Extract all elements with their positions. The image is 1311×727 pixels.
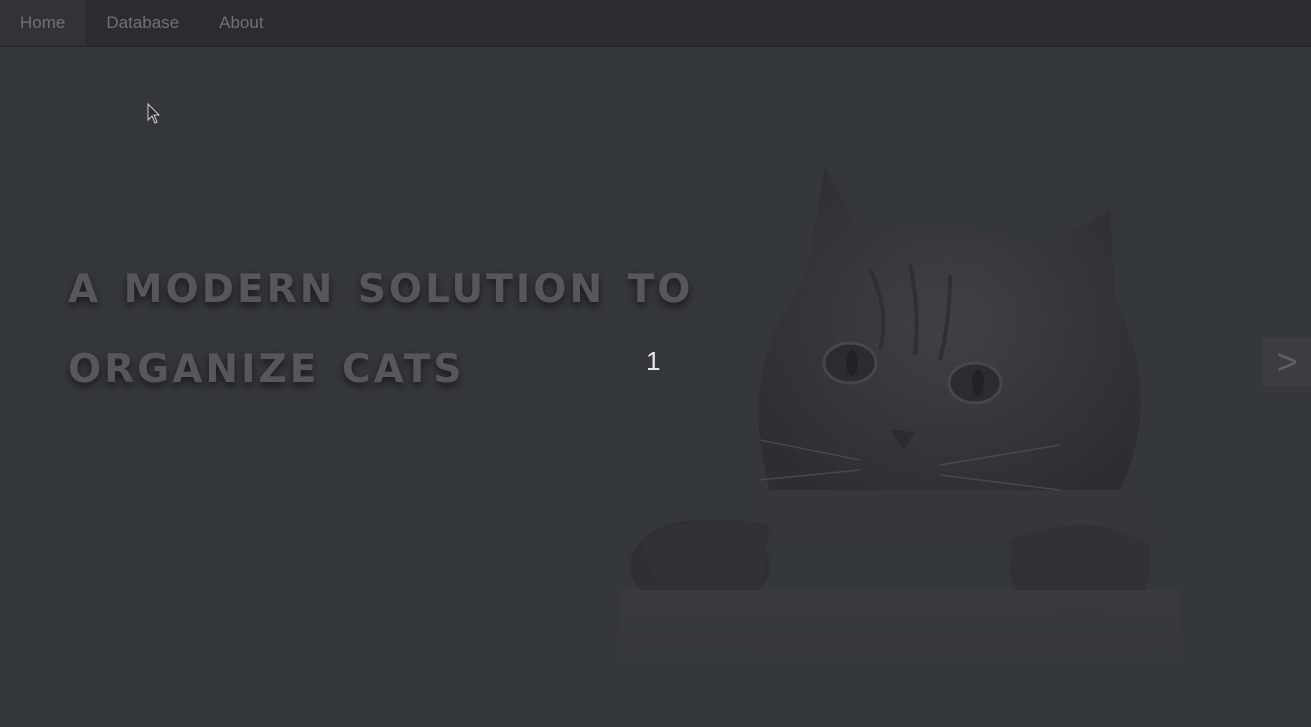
hero-headline: A MODERN SOLUTION TO ORGANIZE CATS (68, 244, 693, 404)
nav-home-link[interactable]: Home (0, 0, 86, 46)
page: Home Database About a modern solution to… (0, 0, 1311, 727)
nav-database-link[interactable]: Database (86, 0, 199, 46)
nav-about-link[interactable]: About (199, 0, 283, 46)
headline-line-2: ORGANIZE CATS (68, 331, 465, 396)
next-slide-button[interactable]: > (1263, 337, 1311, 387)
top-navbar: Home Database About (0, 0, 1311, 47)
mouse-cursor-icon (147, 103, 161, 124)
slide-number: 1 (646, 346, 661, 376)
headline-line-1: A MODERN SOLUTION TO (68, 251, 694, 316)
